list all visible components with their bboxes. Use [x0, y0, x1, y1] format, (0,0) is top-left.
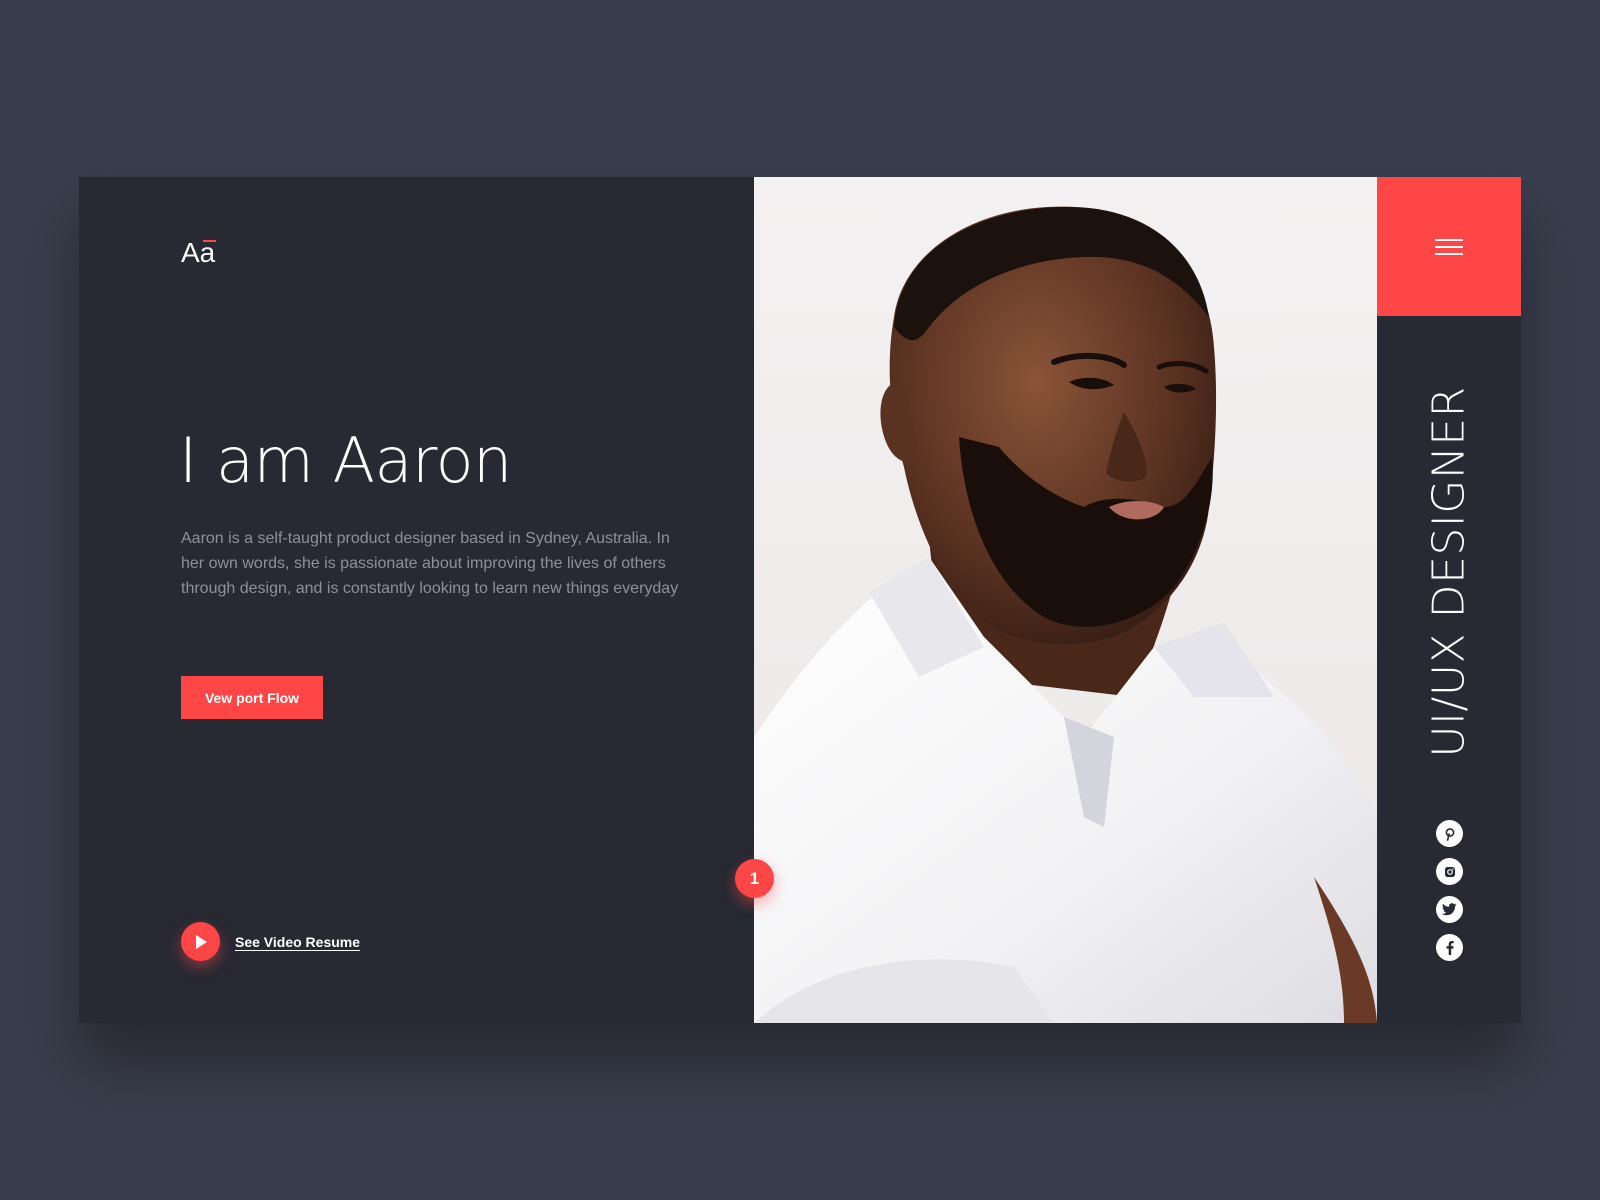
hamburger-menu-icon	[1435, 234, 1463, 260]
instagram-link[interactable]	[1436, 858, 1463, 885]
pinterest-icon	[1445, 827, 1454, 841]
logo-accent-dash	[203, 240, 216, 242]
portrait-illustration	[754, 206, 1377, 1023]
facebook-link[interactable]	[1436, 934, 1463, 961]
menu-button[interactable]	[1377, 177, 1521, 316]
instagram-icon	[1444, 866, 1455, 877]
facebook-icon	[1446, 940, 1454, 955]
role-title: UI/UX DESIGNER	[1423, 386, 1475, 758]
bio-text: Aaron is a self-taught product designer …	[181, 530, 679, 597]
play-icon	[195, 934, 207, 949]
page-title: I am Aaron	[179, 424, 512, 497]
slide-number-badge[interactable]: 1	[735, 859, 774, 898]
see-video-resume-link[interactable]: See Video Resume	[235, 934, 360, 950]
logo[interactable]: Aa	[181, 237, 216, 269]
social-links	[1436, 820, 1464, 972]
video-resume-link-group[interactable]: See Video Resume	[181, 922, 360, 961]
view-portfolio-button[interactable]: Vew port Flow	[181, 676, 323, 719]
hero-card: Aa I am Aaron Aaron is a self-taught pro…	[79, 177, 1521, 1023]
play-button[interactable]	[181, 922, 220, 961]
twitter-icon	[1442, 903, 1457, 916]
twitter-link[interactable]	[1436, 896, 1463, 923]
portrait-photo	[754, 177, 1377, 1023]
pinterest-link[interactable]	[1436, 820, 1463, 847]
